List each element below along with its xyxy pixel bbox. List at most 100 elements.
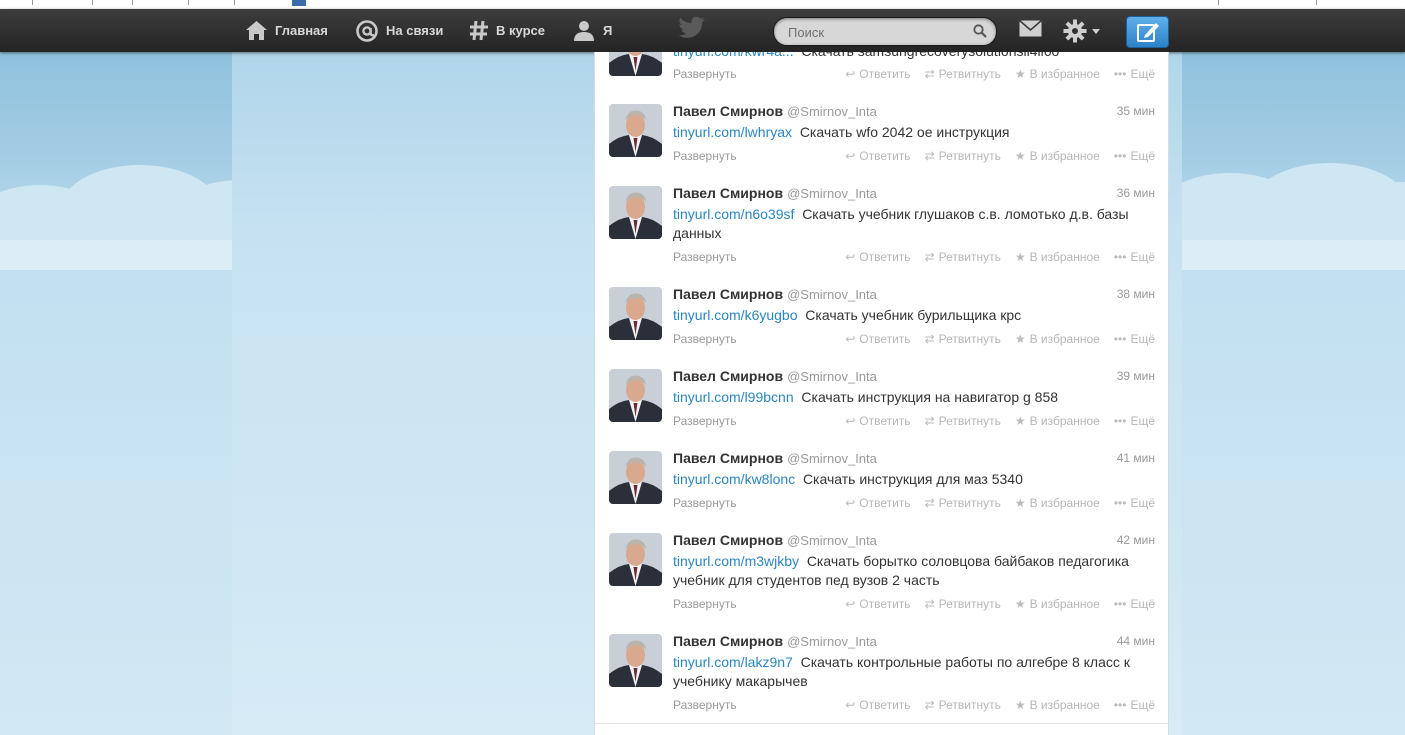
tweet-item[interactable]: Павел Смирнов @Smirnov_Inta 39 мин tinyur… xyxy=(595,357,1168,440)
expand-link[interactable]: Развернуть xyxy=(673,597,737,611)
retweet-action[interactable]: ⇄ Ретвитнуть xyxy=(925,67,1001,81)
favorite-action[interactable]: ★ В избранное xyxy=(1015,250,1100,264)
tweet-author-handle[interactable]: @Smirnov_Inta xyxy=(787,634,877,649)
tweet-link[interactable]: tinyurl.com/lwhryax xyxy=(673,124,792,140)
tweet-author-handle[interactable]: @Smirnov_Inta xyxy=(787,287,877,302)
favorite-action[interactable]: ★ В избранное xyxy=(1015,149,1100,163)
avatar[interactable] xyxy=(609,369,662,422)
settings-menu-button[interactable] xyxy=(1063,19,1101,43)
tweet-author-handle[interactable]: @Smirnov_Inta xyxy=(787,104,877,119)
favorite-action[interactable]: ★ В избранное xyxy=(1015,332,1100,346)
tweet-timestamp[interactable]: 35 мин xyxy=(1117,104,1155,118)
more-action[interactable]: ••• Ещё xyxy=(1114,496,1155,510)
reply-action[interactable]: ↩ Ответить xyxy=(845,496,910,510)
tweet-item[interactable]: Павел Смирнов @Smirnov_Inta 44 мин tinyur… xyxy=(595,622,1168,724)
tweet-timestamp[interactable]: 42 мин xyxy=(1117,533,1155,547)
reply-action[interactable]: ↩ Ответить xyxy=(845,67,910,81)
expand-link[interactable]: Развернуть xyxy=(673,250,737,264)
tweet-author-handle[interactable]: @Smirnov_Inta xyxy=(787,369,877,384)
envelope-icon[interactable] xyxy=(1019,20,1042,37)
tweet-item[interactable]: Павел Смирнов @Smirnov_Inta 42 мин tinyur… xyxy=(595,521,1168,623)
avatar[interactable] xyxy=(609,287,662,340)
retweet-action[interactable]: ⇄ Ретвитнуть xyxy=(925,332,1001,346)
tweet-author-name[interactable]: Павел Смирнов xyxy=(673,450,783,466)
tweet-author-handle[interactable]: @Smirnov_Inta xyxy=(787,533,877,548)
tweet-item[interactable]: Павел Смирнов @Smirnov_Inta 36 мин tinyur… xyxy=(595,174,1168,276)
avatar[interactable] xyxy=(609,533,662,586)
reply-action[interactable]: ↩ Ответить xyxy=(845,250,910,264)
reply-action[interactable]: ↩ Ответить xyxy=(845,597,910,611)
retweet-action[interactable]: ⇄ Ретвитнуть xyxy=(925,414,1001,428)
more-action[interactable]: ••• Ещё xyxy=(1114,250,1155,264)
tweet-link[interactable]: tinyurl.com/m3wjkby xyxy=(673,553,799,569)
reply-action[interactable]: ↩ Ответить xyxy=(845,149,910,163)
more-action[interactable]: ••• Ещё xyxy=(1114,414,1155,428)
tweet-footer: Развернуть ↩ Ответить ⇄ Ретвитнуть ★ В избр… xyxy=(673,597,1155,613)
tweet-author-name[interactable]: Павел Смирнов xyxy=(673,286,783,302)
tweet-item[interactable]: Павел Смирнов @Smirnov_Inta 38 мин tinyur… xyxy=(595,275,1168,358)
tweet-author-name[interactable]: Павел Смирнов xyxy=(673,532,783,548)
tweet-timestamp[interactable]: 36 мин xyxy=(1117,186,1155,200)
tweet-timestamp[interactable]: 44 мин xyxy=(1117,634,1155,648)
tweet-author-handle[interactable]: @Smirnov_Inta xyxy=(787,451,877,466)
tweet-author-name[interactable]: Павел Смирнов xyxy=(673,185,783,201)
favorite-action[interactable]: ★ В избранное xyxy=(1015,698,1100,712)
avatar[interactable] xyxy=(609,52,662,76)
tweet-item[interactable]: Павел Смирнов @Smirnov_Inta 41 мин tinyur… xyxy=(595,439,1168,522)
tweet-author-handle[interactable]: @Smirnov_Inta xyxy=(787,186,877,201)
tweet-author-name[interactable]: Павел Смирнов xyxy=(673,633,783,649)
nav-connect[interactable]: На связи xyxy=(355,9,443,52)
tweet-timestamp[interactable]: 39 мин xyxy=(1117,369,1155,383)
tweet-item[interactable]: Павел Смирнов @Smirnov_Inta 35 мин tinyur… xyxy=(595,92,1168,175)
nav-home[interactable]: Главная xyxy=(245,9,328,52)
tweet-author-name[interactable]: Павел Смирнов xyxy=(673,368,783,384)
favorite-action[interactable]: ★ В избранное xyxy=(1015,67,1100,81)
reply-action[interactable]: ↩ Ответить xyxy=(845,332,910,346)
tweet-link[interactable]: tinyurl.com/kwr4a... xyxy=(673,52,794,59)
retweet-action[interactable]: ⇄ Ретвитнуть xyxy=(925,250,1001,264)
expand-link[interactable]: Развернуть xyxy=(673,67,737,81)
tweet-author-name[interactable]: Павел Смирнов xyxy=(673,103,783,119)
avatar[interactable] xyxy=(609,186,662,239)
retweet-action[interactable]: ⇄ Ретвитнуть xyxy=(925,698,1001,712)
avatar[interactable] xyxy=(609,634,662,687)
retweet-action[interactable]: ⇄ Ретвитнуть xyxy=(925,149,1001,163)
more-dots-icon: ••• xyxy=(1113,250,1127,264)
expand-link[interactable]: Развернуть xyxy=(673,149,737,163)
reply-label: Ответить xyxy=(859,149,911,163)
favorite-action[interactable]: ★ В избранное xyxy=(1015,496,1100,510)
reply-action[interactable]: ↩ Ответить xyxy=(845,698,910,712)
expand-link[interactable]: Развернуть xyxy=(673,496,737,510)
retweet-action[interactable]: ⇄ Ретвитнуть xyxy=(925,597,1001,611)
search-input[interactable] xyxy=(786,22,960,42)
retweet-action[interactable]: ⇄ Ретвитнуть xyxy=(925,496,1001,510)
avatar[interactable] xyxy=(609,104,662,157)
reply-action[interactable]: ↩ Ответить xyxy=(845,414,910,428)
favorite-action[interactable]: ★ В избранное xyxy=(1015,414,1100,428)
expand-link[interactable]: Развернуть xyxy=(673,698,737,712)
tweet-link[interactable]: tinyurl.com/lakz9n7 xyxy=(673,654,793,670)
favorite-action[interactable]: ★ В избранное xyxy=(1015,597,1100,611)
tweet-link[interactable]: tinyurl.com/n6o39sf xyxy=(673,206,794,222)
more-action[interactable]: ••• Ещё xyxy=(1114,149,1155,163)
search-field[interactable] xyxy=(773,17,997,46)
avatar[interactable] xyxy=(609,451,662,504)
tweet-link[interactable]: tinyurl.com/kw8lonc xyxy=(673,471,795,487)
home-icon xyxy=(246,21,267,40)
more-action[interactable]: ••• Ещё xyxy=(1114,597,1155,611)
tweet-item[interactable]: Павел Смирнов@Smirnov_Inta tinyurl.com/k… xyxy=(595,52,1168,93)
search-icon[interactable] xyxy=(973,24,987,38)
nav-discover[interactable]: В курсе xyxy=(469,9,545,52)
tweet-link[interactable]: tinyurl.com/k6yugbo xyxy=(673,307,798,323)
nav-me[interactable]: Я xyxy=(572,9,612,52)
tweet-timestamp[interactable]: 41 мин xyxy=(1117,451,1155,465)
more-action[interactable]: ••• Ещё xyxy=(1114,332,1155,346)
tweet-link[interactable]: tinyurl.com/l99bcnn xyxy=(673,389,794,405)
compose-tweet-button[interactable] xyxy=(1126,16,1169,48)
more-action[interactable]: ••• Ещё xyxy=(1114,698,1155,712)
expand-link[interactable]: Развернуть xyxy=(673,414,737,428)
expand-link[interactable]: Развернуть xyxy=(673,332,737,346)
tweet-timestamp[interactable]: 38 мин xyxy=(1117,287,1155,301)
twitter-bird-icon[interactable] xyxy=(678,16,706,40)
more-action[interactable]: ••• Ещё xyxy=(1114,67,1155,81)
